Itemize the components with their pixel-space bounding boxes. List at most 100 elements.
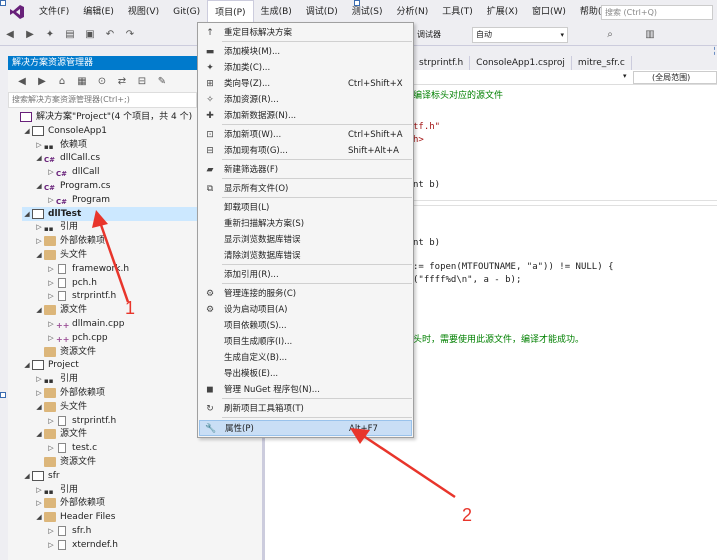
save-icon[interactable]: ▣ [82, 27, 98, 43]
expanded-caret-icon[interactable]: ◢ [22, 207, 32, 221]
context-menu-item[interactable]: ⧉ 显示所有文件(O) [199, 181, 412, 197]
menu-item[interactable]: 项目(P) [207, 0, 254, 24]
collapsed-caret-icon[interactable]: ▷ [46, 441, 56, 455]
tree-item[interactable]: ◢ C# Program.cs [34, 179, 110, 193]
context-menu-item[interactable]: 添加引用(R)... [199, 267, 412, 283]
menu-item[interactable]: 窗口(W) [525, 0, 573, 24]
collapsed-caret-icon[interactable]: ▷ [46, 524, 56, 538]
context-menu-item[interactable]: 卸载项目(L) [199, 200, 412, 216]
tree-item[interactable]: ◢ 头文件 [34, 400, 87, 414]
collapsed-caret-icon[interactable]: ▷ [34, 386, 44, 400]
collapsed-caret-icon[interactable]: ▷ [46, 193, 56, 207]
expanded-caret-icon[interactable]: ◢ [22, 358, 32, 372]
expanded-caret-icon[interactable]: ◢ [34, 510, 44, 524]
collapsed-caret-icon[interactable]: ▷ [46, 331, 56, 345]
tree-item[interactable]: ▷ ▪▪ 引用 [34, 483, 78, 497]
context-menu-item[interactable]: 生成自定义(B)... [199, 350, 412, 366]
redo-icon[interactable]: ↷ [122, 27, 138, 43]
collapsed-caret-icon[interactable]: ▷ [46, 317, 56, 331]
tree-item[interactable]: ▷ pch.h [46, 276, 97, 290]
collapsed-caret-icon[interactable]: ▷ [34, 483, 44, 497]
context-menu-item[interactable]: ✚ 添加新数据源(N)... [199, 108, 412, 124]
tree-item[interactable]: ◢ ConsoleApp1 [22, 124, 107, 138]
expanded-caret-icon[interactable]: ◢ [22, 124, 32, 138]
context-menu-item[interactable]: ⊟ 添加现有项(G)... Shift+Alt+A [199, 143, 412, 159]
tree-item[interactable]: ◢ Header Files [34, 510, 115, 524]
menu-item[interactable]: 分析(N) [389, 0, 435, 24]
expanded-caret-icon[interactable]: ◢ [22, 469, 32, 483]
open-icon[interactable]: ▤ [62, 27, 78, 43]
menu-item[interactable]: 编辑(E) [76, 0, 121, 24]
context-menu-item[interactable]: 项目依赖项(S)... [199, 318, 412, 334]
tree-item[interactable]: ◢ Project [22, 358, 79, 372]
menu-item[interactable]: 生成(B) [254, 0, 299, 24]
tree-item[interactable]: ▷ 外部依赖项 [34, 496, 105, 510]
menu-item[interactable]: 扩展(X) [480, 0, 525, 24]
tree-item[interactable]: ▷ test.c [46, 441, 97, 455]
editor-tab[interactable]: mitre_sfr.c [571, 56, 632, 70]
context-menu-item[interactable]: ⚙ 设为启动项目(A) [199, 302, 412, 318]
tree-item[interactable]: ▷ strprintf.h [46, 414, 116, 428]
context-menu-item[interactable]: ↑ 重定目标解决方案 [199, 25, 412, 41]
context-menu-item[interactable]: ⊞ 类向导(Z)... Ctrl+Shift+X [199, 76, 412, 92]
tree-item[interactable]: ▷ 外部依赖项 [34, 234, 105, 248]
tree-item[interactable]: ▷ framework.h [46, 262, 129, 276]
tree-item[interactable]: 解决方案"Project"(4 个项目，共 4 个) [10, 110, 192, 124]
properties-icon[interactable]: ✎ [154, 73, 170, 89]
collapsed-caret-icon[interactable]: ▷ [46, 262, 56, 276]
collapsed-caret-icon[interactable]: ▷ [46, 538, 56, 552]
resize-handle[interactable] [0, 392, 6, 398]
chevron-down-icon[interactable]: ▾ [623, 72, 627, 80]
menu-item[interactable]: 测试(S) [345, 0, 390, 24]
resize-handle[interactable] [0, 0, 6, 6]
collapsed-caret-icon[interactable]: ▷ [34, 234, 44, 248]
context-menu-item[interactable]: 清除浏览数据库错误 [199, 248, 412, 264]
collapsed-caret-icon[interactable]: ▷ [34, 372, 44, 386]
tree-item[interactable]: ▷ 外部依赖项 [34, 386, 105, 400]
expanded-caret-icon[interactable]: ◢ [34, 248, 44, 262]
context-menu-item[interactable]: ⊡ 添加新项(W)... Ctrl+Shift+A [199, 127, 412, 143]
expanded-caret-icon[interactable]: ◢ [34, 427, 44, 441]
home-icon[interactable]: ⌂ [54, 73, 70, 89]
scope-combo[interactable]: (全局范围) [633, 71, 717, 84]
context-menu-item[interactable]: 🔧 属性(P) Alt+F7 [199, 420, 412, 436]
search-input[interactable]: 搜索 (Ctrl+Q) [601, 5, 713, 20]
tree-item[interactable]: ▷ ▪▪ 引用 [34, 220, 78, 234]
tree-item[interactable]: ◢ dllTest [22, 206, 202, 221]
context-menu-item[interactable]: ⚙ 管理连接的服务(C) [199, 286, 412, 302]
collapsed-caret-icon[interactable]: ▷ [34, 496, 44, 510]
context-menu-item[interactable]: 重新扫描解决方案(S) [199, 216, 412, 232]
tree-item[interactable]: ◢ 头文件 [34, 248, 87, 262]
context-menu-item[interactable]: ▬ 添加模块(M)... [199, 44, 412, 60]
forward-icon[interactable]: ▶ [34, 73, 50, 89]
collapsed-caret-icon[interactable]: ▷ [46, 276, 56, 290]
menu-item[interactable]: 调试(D) [299, 0, 345, 24]
tree-item[interactable]: ▷ C# dllCall [46, 165, 99, 179]
context-menu-item[interactable]: 导出模板(E)... [199, 366, 412, 382]
tree-item[interactable]: ▷ C# Program [46, 193, 110, 207]
editor-tab[interactable]: ConsoleApp1.csproj [470, 56, 572, 70]
menu-item[interactable]: Git(G) [166, 0, 207, 24]
forward-icon[interactable]: ▶ [22, 27, 38, 43]
tree-item[interactable]: 资源文件 [34, 455, 96, 469]
collapsed-caret-icon[interactable]: ▷ [46, 289, 56, 303]
collapsed-caret-icon[interactable]: ▷ [46, 165, 56, 179]
solution-explorer-search[interactable]: 搜索解决方案资源管理器(Ctrl+;) [8, 92, 197, 108]
tree-item[interactable]: ▷ strprintf.h [46, 289, 116, 303]
context-menu-item[interactable]: ◼ 管理 NuGet 程序包(N)... [199, 382, 412, 398]
tree-item[interactable]: ◢ C# dllCall.cs [34, 151, 100, 165]
context-menu-item[interactable]: ✧ 添加资源(R)... [199, 92, 412, 108]
collapse-all-icon[interactable]: ⊟ [134, 73, 150, 89]
expanded-caret-icon[interactable]: ◢ [34, 151, 44, 165]
editor-tab[interactable]: strprintf.h [413, 56, 471, 70]
back-icon[interactable]: ◀ [2, 27, 18, 43]
expanded-caret-icon[interactable]: ◢ [34, 303, 44, 317]
find-icon[interactable]: ⌕ [602, 27, 618, 43]
tree-item[interactable]: ◢ 源文件 [34, 427, 87, 441]
tree-item[interactable]: ◢ sfr [22, 469, 60, 483]
tree-item[interactable]: 资源文件 [34, 345, 96, 359]
tree-item[interactable]: ▷ ▪▪ 依赖项 [34, 138, 87, 152]
collapsed-caret-icon[interactable]: ▷ [34, 220, 44, 234]
menu-item[interactable]: 文件(F) [32, 0, 76, 24]
config-combo[interactable]: 自动 ▾ [472, 27, 568, 43]
